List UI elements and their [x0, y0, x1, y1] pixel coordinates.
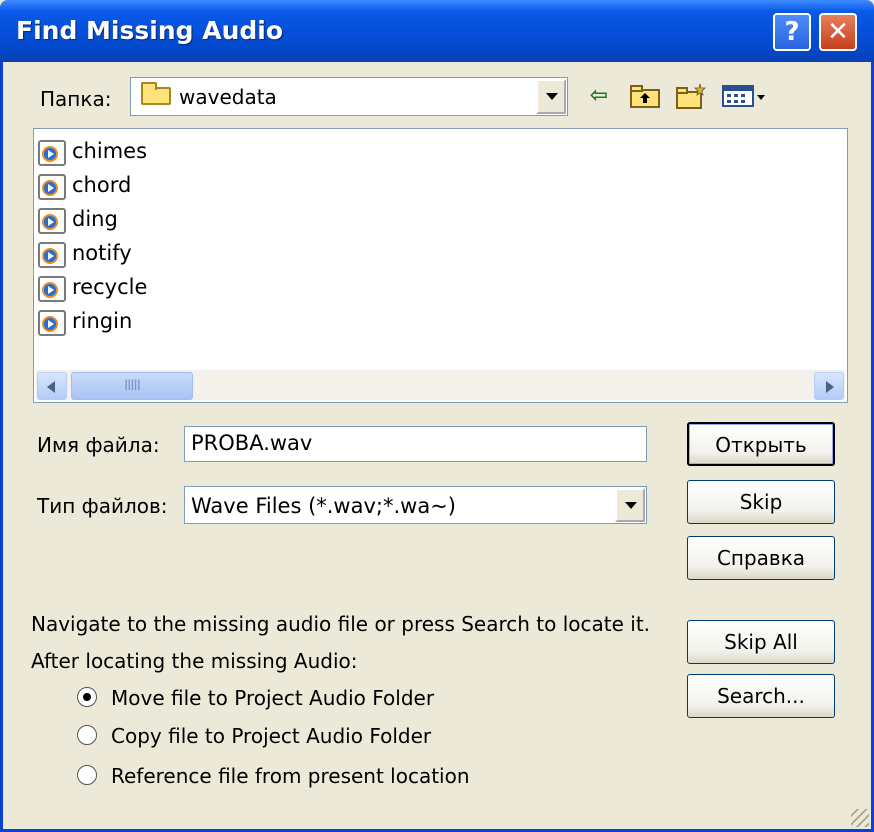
filename-label: Имя файла:: [37, 433, 160, 457]
folder-combo[interactable]: wavedata: [130, 77, 568, 116]
view-menu-icon[interactable]: [721, 82, 769, 110]
filetype-select[interactable]: Wave Files (*.wav;*.wa~): [184, 486, 647, 524]
back-arrow-icon[interactable]: ⇦: [583, 82, 615, 110]
close-button[interactable]: ✕: [819, 13, 857, 51]
up-folder-icon[interactable]: [629, 82, 661, 110]
audio-file-icon: [38, 310, 66, 336]
audio-file-icon: [38, 242, 66, 268]
audio-file-icon: [38, 140, 66, 166]
window-title: Find Missing Audio: [16, 16, 284, 45]
instruction-subtext: After locating the missing Audio:: [31, 649, 358, 673]
resize-grip[interactable]: [851, 809, 869, 827]
file-name: notify: [72, 241, 132, 265]
audio-file-icon: [38, 174, 66, 200]
file-name: chord: [72, 173, 132, 197]
help-button[interactable]: ?: [773, 13, 811, 51]
radio-copy-file[interactable]: [77, 725, 97, 745]
radio-move-file[interactable]: [77, 687, 97, 707]
option-reference-label[interactable]: Reference file from present location: [111, 764, 470, 788]
scroll-right-icon[interactable]: [814, 372, 844, 400]
chevron-down-icon[interactable]: [536, 79, 566, 114]
search-button[interactable]: Search...: [687, 674, 835, 718]
help-dialog-button[interactable]: Справка: [687, 536, 835, 580]
filetype-label: Тип файлов:: [37, 494, 168, 518]
file-name: recycle: [72, 275, 148, 299]
folder-icon: [141, 82, 171, 105]
skip-all-button[interactable]: Skip All: [687, 620, 835, 664]
new-folder-icon[interactable]: [675, 82, 707, 110]
scrollbar-thumb[interactable]: IIIII: [71, 372, 193, 400]
scroll-left-icon[interactable]: [37, 372, 67, 400]
option-copy-label[interactable]: Copy file to Project Audio Folder: [111, 724, 431, 748]
chevron-down-icon[interactable]: [615, 488, 645, 522]
option-move-label[interactable]: Move file to Project Audio Folder: [111, 686, 434, 710]
filetype-value: Wave Files (*.wav;*.wa~): [191, 494, 456, 518]
radio-reference-file[interactable]: [77, 765, 97, 785]
file-name: chimes: [72, 139, 148, 163]
title-bar[interactable]: Find Missing Audio ? ✕: [0, 0, 874, 62]
file-name: ding: [72, 207, 118, 231]
find-missing-audio-dialog: Find Missing Audio ? ✕ Папка: wavedata ⇦: [0, 0, 874, 832]
filename-input[interactable]: PROBA.wav: [184, 426, 647, 462]
file-list[interactable]: chimes chord ding notify recycle ringin …: [33, 128, 848, 403]
instruction-text: Navigate to the missing audio file or pr…: [31, 612, 651, 636]
open-button[interactable]: Открыть: [687, 422, 835, 466]
folder-label: Папка:: [40, 87, 112, 111]
folder-value: wavedata: [179, 85, 277, 109]
skip-button[interactable]: Skip: [687, 480, 835, 524]
horizontal-scrollbar[interactable]: IIIII: [36, 370, 845, 400]
audio-file-icon: [38, 276, 66, 302]
audio-file-icon: [38, 208, 66, 234]
file-name: ringin: [72, 309, 133, 333]
